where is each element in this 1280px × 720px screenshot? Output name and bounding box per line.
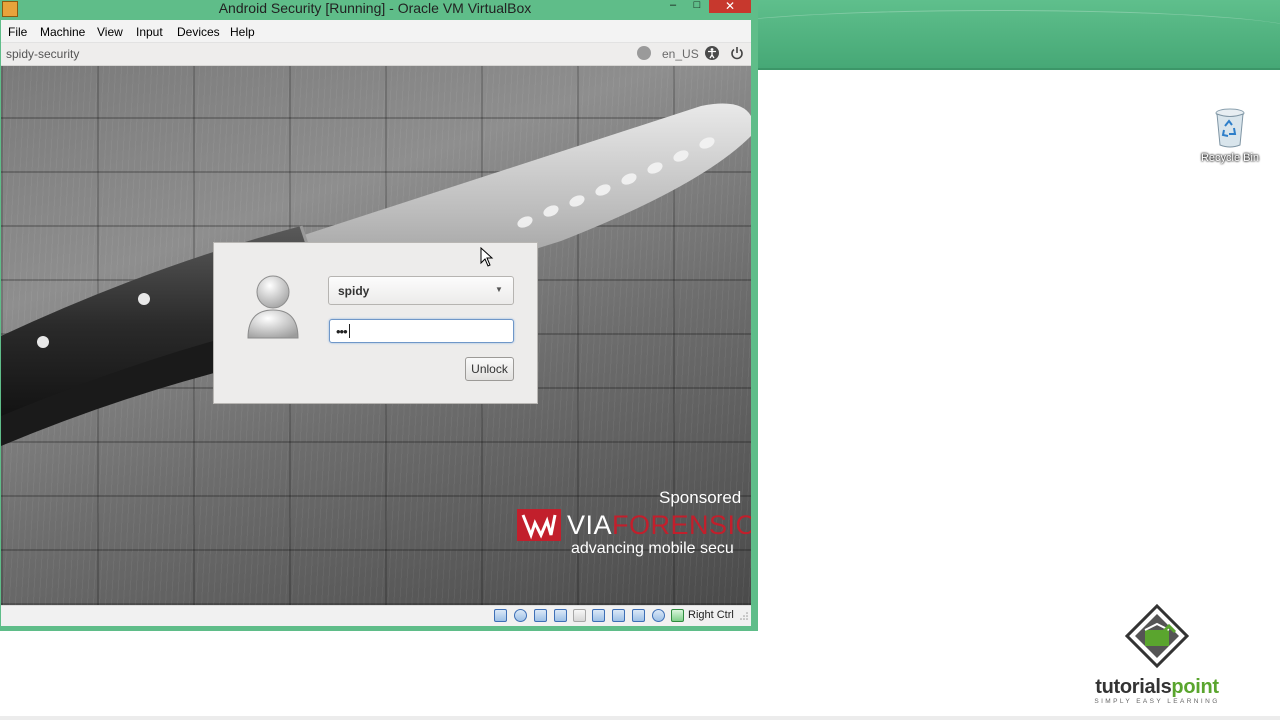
recycle-bin-label: Recycle Bin [1200, 152, 1260, 164]
password-field[interactable]: ••• [329, 319, 514, 343]
accessibility-icon[interactable] [705, 46, 719, 60]
network-icon[interactable] [637, 46, 651, 60]
guest-hostname: spidy-security [6, 47, 80, 61]
desktop-header-banner [758, 0, 1280, 70]
keyboard-layout-indicator[interactable]: en_US [662, 47, 699, 61]
shared-folders-icon[interactable] [554, 609, 567, 622]
recycle-bin[interactable]: Recycle Bin [1200, 108, 1260, 164]
optical-drive-icon[interactable] [514, 609, 527, 622]
menu-bar: File Machine View Input Devices Help [1, 20, 751, 43]
host-key-indicator-icon[interactable] [671, 609, 684, 622]
hard-disk-icon[interactable] [494, 609, 507, 622]
window-titlebar[interactable]: Android Security [Running] - Oracle VM V… [0, 0, 758, 20]
mouse-pointer-icon [480, 247, 494, 267]
window-title: Android Security [Running] - Oracle VM V… [218, 0, 532, 16]
resize-grip-icon[interactable] [740, 612, 748, 620]
power-icon[interactable] [730, 46, 744, 60]
menu-input[interactable]: Input [136, 25, 163, 39]
mouse-integration-icon[interactable] [652, 609, 665, 622]
viaforensics-tagline: advancing mobile secu [571, 540, 734, 557]
recycle-bin-icon [1214, 108, 1246, 148]
chevron-down-icon: ▼ [495, 285, 503, 294]
menu-file[interactable]: File [8, 25, 27, 39]
virtualbox-statusbar: Right Ctrl [1, 605, 751, 626]
unlock-button[interactable]: Unlock [465, 357, 514, 381]
brand-red-text: FORENSIC [612, 510, 751, 540]
username-dropdown[interactable]: spidy ▼ [328, 276, 514, 305]
menu-machine[interactable]: Machine [40, 25, 85, 39]
sponsored-label: Sponsored [659, 488, 742, 507]
wordmark-part1: tutorials [1095, 676, 1172, 698]
guest-top-panel: spidy-security en_US [1, 43, 751, 66]
menu-devices[interactable]: Devices [177, 25, 220, 39]
tutorialspoint-watermark: tutorialspoint SIMPLY EASY LEARNING [1076, 603, 1238, 705]
taskbar-edge [0, 716, 1280, 720]
user-avatar-icon [244, 272, 302, 342]
wordmark-part2: point [1171, 676, 1219, 698]
password-mask: ••• [336, 324, 348, 339]
close-button[interactable]: ✕ [709, 0, 751, 13]
tutorialspoint-tagline: SIMPLY EASY LEARNING [1094, 698, 1220, 705]
usb-icon[interactable] [534, 609, 547, 622]
maximize-button[interactable]: □ [687, 0, 707, 12]
tutorialspoint-wordmark: tutorialspoint [1076, 677, 1238, 697]
text-caret [349, 324, 350, 338]
minimize-button[interactable]: – [663, 0, 683, 12]
folder-icon[interactable] [573, 609, 586, 622]
tutorialspoint-logo-icon [1124, 603, 1190, 669]
host-key-label: Right Ctrl [688, 609, 734, 621]
username-value: spidy [338, 284, 370, 298]
video-capture-icon[interactable] [632, 609, 645, 622]
viaforensics-logo-icon [517, 509, 561, 541]
banner-wave [758, 10, 1280, 51]
menu-help[interactable]: Help [230, 25, 255, 39]
network-adapter-icon[interactable] [612, 609, 625, 622]
display-icon[interactable] [592, 609, 605, 622]
brand-white-text: VIA [567, 510, 613, 540]
menu-view[interactable]: View [97, 25, 123, 39]
viaforensics-wordmark: VIAFORENSIC [567, 510, 751, 541]
